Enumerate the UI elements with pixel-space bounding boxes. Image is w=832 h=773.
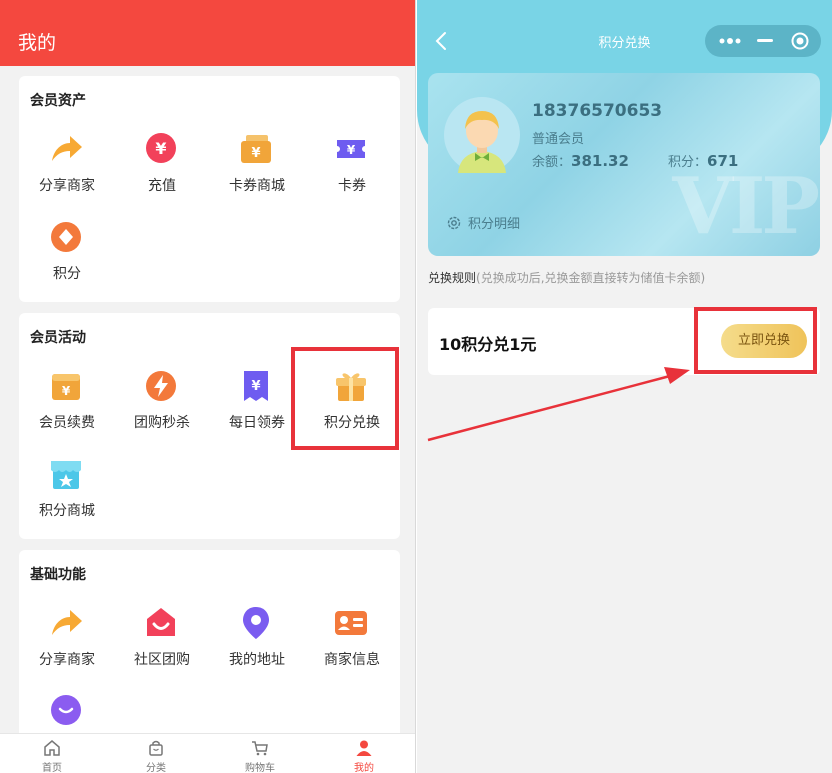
- grid-item-label: 商家信息: [324, 652, 380, 668]
- nav-label: 分类: [146, 763, 166, 773]
- grid-item-my-address[interactable]: 我的地址: [209, 605, 305, 685]
- grid-item-share-merchant[interactable]: 分享商家: [19, 131, 115, 211]
- grid-item-merchant-info[interactable]: 商家信息: [304, 605, 400, 685]
- grid-item-label: 积分商城: [39, 503, 95, 519]
- community-bag-icon: [147, 608, 175, 636]
- miniprogram-capsule: [705, 25, 821, 57]
- member-card: VIP 18376570653 普通会员 余额：381.32 积分：671 积分…: [428, 73, 820, 256]
- points-value: 671: [707, 152, 739, 170]
- points-label: 积分：: [668, 155, 708, 170]
- location-pin-icon: [243, 607, 269, 639]
- gear-icon: [447, 216, 461, 230]
- grid-item-label: 分享商家: [39, 652, 95, 668]
- points-detail-label: 积分明细: [468, 217, 521, 232]
- share-arrow-icon: [52, 610, 82, 635]
- highlight-box-points-exchange: [291, 347, 399, 450]
- grid-item-label: 社区团购: [134, 652, 190, 668]
- rule-note: (兑换成功后,兑换金额直接转为储值卡余额): [476, 271, 706, 285]
- svg-text:¥: ¥: [62, 384, 71, 398]
- grid-item-label: 会员续费: [39, 415, 95, 431]
- nav-cart[interactable]: 购物车: [208, 739, 312, 773]
- right-panel: 积分兑换 VIP 18376570653 普通会员 余额：381.32 积分：6…: [417, 0, 832, 773]
- exchange-rate-text: 10积分兑1元: [439, 335, 537, 354]
- renewal-wallet-icon: ¥: [52, 374, 80, 400]
- grid-item-member-renewal[interactable]: ¥ 会员续费: [19, 368, 115, 448]
- coupon-ticket-icon: ¥: [337, 140, 365, 158]
- grid-item-points-mall[interactable]: 积分商城: [19, 456, 115, 536]
- daily-coupon-icon: ¥: [244, 371, 268, 401]
- highlight-box-exchange-button: [694, 307, 817, 374]
- grid-item-card-mall[interactable]: ¥ 卡券商城: [209, 131, 305, 211]
- nav-label: 首页: [42, 763, 62, 773]
- card-mall-icon: ¥: [241, 135, 271, 163]
- member-balance: 余额：381.32: [532, 151, 629, 170]
- section-member-assets: 会员资产 分享商家 ¥ 充值 ¥ 卡券商城 ¥ 卡券 积分: [19, 76, 400, 302]
- nav-category[interactable]: 分类: [104, 739, 208, 773]
- grid-item-community-group[interactable]: 社区团购: [114, 605, 210, 685]
- member-points: 积分：671: [668, 151, 738, 170]
- user-icon: [356, 740, 372, 756]
- balance-label: 余额：: [532, 155, 572, 170]
- grid-item-label: 团购秒杀: [134, 415, 190, 431]
- nav-mine[interactable]: 我的: [312, 739, 415, 773]
- grid-item-label: 积分: [53, 266, 81, 282]
- bottom-nav: 首页 分类 购物车 我的: [0, 733, 415, 773]
- grid-item-label: 我的地址: [229, 652, 285, 668]
- cart-icon: [252, 741, 268, 756]
- exchange-rule: 兑换规则(兑换成功后,兑换金额直接转为储值卡余额): [428, 269, 705, 286]
- member-level: 普通会员: [532, 132, 585, 147]
- store-icon: [51, 461, 81, 489]
- balance-value: 381.32: [571, 152, 629, 170]
- lightning-icon: [146, 371, 176, 401]
- grid-item-label: 充值: [148, 178, 176, 194]
- grid-item-coupon[interactable]: ¥ 卡券: [304, 131, 400, 211]
- grid-item-points[interactable]: 积分: [19, 219, 115, 299]
- grid-item-label: 卡券: [338, 178, 366, 194]
- points-detail-link[interactable]: 积分明细: [446, 213, 520, 232]
- rule-title: 兑换规则: [428, 271, 477, 285]
- avatar: [444, 97, 520, 173]
- grid-item-group-flash-sale[interactable]: 团购秒杀: [114, 368, 210, 448]
- svg-text:¥: ¥: [251, 146, 260, 161]
- member-phone: 18376570653: [532, 101, 663, 121]
- svg-text:¥: ¥: [251, 379, 260, 394]
- chat-bubble-icon: [51, 695, 81, 725]
- minimize-icon[interactable]: [757, 39, 773, 42]
- grid-item-share-merchant-2[interactable]: 分享商家: [19, 605, 115, 685]
- svg-text:¥: ¥: [155, 139, 166, 158]
- grid-item-label: 卡券商城: [229, 178, 285, 194]
- left-panel: 我的 会员资产 分享商家 ¥ 充值 ¥ 卡券商城 ¥ 卡券 积分 会员活动 ¥ …: [0, 0, 416, 773]
- section-basic-functions: 基础功能 分享商家 社区团购 我的地址 商家信息: [19, 550, 400, 750]
- home-icon: [44, 740, 60, 756]
- nav-label: 购物车: [245, 763, 275, 773]
- grid-item-recharge[interactable]: ¥ 充值: [114, 131, 210, 211]
- page-title: 我的: [0, 0, 415, 66]
- id-card-icon: [335, 611, 367, 635]
- points-coin-icon: [51, 222, 81, 252]
- nav-home[interactable]: 首页: [0, 739, 104, 773]
- more-dots-icon[interactable]: [719, 37, 741, 45]
- close-target-icon[interactable]: [791, 32, 809, 50]
- grid-item-label: 分享商家: [39, 178, 95, 194]
- nav-label: 我的: [354, 763, 374, 773]
- bag-icon: [149, 740, 163, 756]
- section-title: 会员活动: [30, 330, 86, 346]
- svg-text:¥: ¥: [347, 143, 356, 157]
- yen-coin-icon: ¥: [146, 133, 176, 163]
- section-title: 会员资产: [30, 93, 86, 109]
- share-arrow-icon: [52, 136, 82, 161]
- vip-watermark: VIP: [672, 161, 820, 252]
- section-title: 基础功能: [30, 567, 86, 583]
